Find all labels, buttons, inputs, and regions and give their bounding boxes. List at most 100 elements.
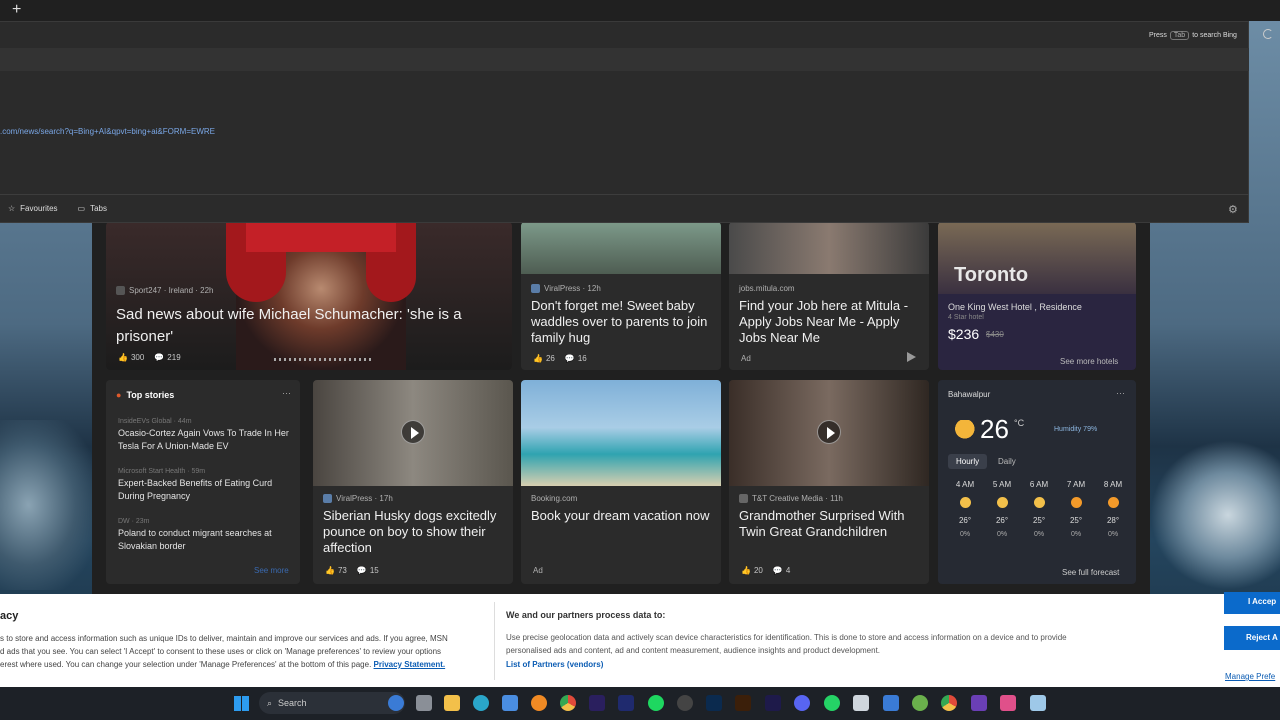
ad-label: Ad [533, 566, 543, 575]
comment-icon[interactable]: 💬 4 [773, 566, 790, 575]
divider [494, 602, 495, 680]
hero-source: Sport247 · Ireland · 22h [116, 286, 214, 295]
accept-button[interactable]: I Accep [1224, 592, 1280, 614]
windows-taskbar: ⌕ Search [0, 687, 1280, 720]
ad-choices-icon[interactable] [907, 352, 916, 362]
favourites-button[interactable]: ☆ Favourites [8, 204, 58, 213]
ad-card-booking[interactable]: Booking.com Book your dream vacation now… [521, 380, 721, 584]
premiere-icon[interactable] [589, 695, 605, 711]
tabs-button[interactable]: ▭ Tabs [78, 204, 107, 213]
story-card-baby[interactable]: ViralPress · 12h Don't forget me! Sweet … [521, 222, 721, 370]
like-icon[interactable]: 👍 20 [741, 566, 763, 575]
like-icon[interactable]: 👍 300 [118, 353, 144, 362]
search-icon: ⌕ [267, 697, 273, 708]
hero-card[interactable]: Sport247 · Ireland · 22h Sad news about … [106, 222, 512, 370]
whatsapp-icon[interactable] [824, 695, 840, 711]
tab-hourly[interactable]: Hourly [948, 454, 988, 469]
suggestion-row[interactable] [0, 48, 1249, 71]
sun-cloud-icon [948, 420, 976, 442]
story-source: ViralPress · 17h [323, 494, 393, 503]
refresh-icon[interactable] [1263, 29, 1273, 39]
forecast-hour: 7 AM 25° 0% [1066, 480, 1086, 538]
story-reactions: 👍 73 💬 15 [325, 566, 379, 575]
after-effects-icon[interactable] [765, 695, 781, 711]
ad-card-jobs[interactable]: jobs.mitula.com Find your Job here at Mi… [729, 222, 929, 370]
story-reactions: 👍 20 💬 4 [741, 566, 790, 575]
obs-icon[interactable] [677, 695, 693, 711]
ad-source: Booking.com [531, 494, 578, 503]
play-icon[interactable] [817, 420, 841, 444]
settings-gear-icon[interactable]: ⚙ [1228, 203, 1238, 216]
more-options-icon[interactable]: ··· [1116, 388, 1125, 398]
app-icon[interactable] [1030, 695, 1046, 711]
photoshop-icon[interactable] [706, 695, 722, 711]
chrome-icon[interactable] [560, 695, 576, 711]
sun-icon [1070, 497, 1082, 508]
see-more-hotels[interactable]: See more hotels [1060, 357, 1118, 366]
app-icon[interactable] [1000, 695, 1016, 711]
app-icon[interactable] [883, 695, 899, 711]
hotel-name[interactable]: One King West Hotel , Residence [948, 302, 1082, 312]
like-icon[interactable]: 👍 73 [325, 566, 347, 575]
search-app-icon[interactable] [531, 695, 547, 711]
tab-daily[interactable]: Daily [998, 457, 1016, 466]
top-story-item[interactable]: Microsoft Start Health · 59m Expert-Back… [118, 468, 294, 503]
new-tab-button[interactable]: + [12, 1, 21, 19]
comment-icon[interactable]: 💬 15 [357, 566, 379, 575]
story-title[interactable]: Grandmother Surprised With Twin Great Gr… [739, 508, 921, 540]
hero-title[interactable]: Sad news about wife Michael Schumacher: … [116, 304, 496, 348]
see-more-link[interactable]: See more [254, 566, 289, 575]
play-icon[interactable] [401, 420, 425, 444]
spotify-icon[interactable] [648, 695, 664, 711]
suggested-url[interactable]: .com/news/search?q=Bing+AI&qpvt=bing+ai&… [0, 127, 215, 136]
partners-list-link[interactable]: List of Partners (vendors) [506, 660, 603, 669]
windows-start-icon[interactable] [234, 696, 249, 711]
media-encoder-icon[interactable] [618, 695, 634, 711]
ad-title[interactable]: Find your Job here at Mitula - Apply Job… [739, 298, 921, 346]
top-story-item[interactable]: DW · 23m Poland to conduct migrant searc… [118, 518, 294, 553]
see-full-forecast[interactable]: See full forecast [1062, 568, 1119, 577]
hero-reactions: 👍 300 💬 219 [118, 353, 181, 362]
ad-source: jobs.mitula.com [739, 284, 795, 293]
edge-icon[interactable] [473, 695, 489, 711]
comment-icon[interactable]: 💬 219 [154, 353, 180, 362]
star-icon: ☆ [8, 204, 16, 213]
utorrent-icon[interactable] [912, 695, 928, 711]
address-dropdown-panel: Press Tab to search Bing .com/news/searc… [0, 21, 1273, 223]
story-title[interactable]: Siberian Husky dogs excitedly pounce on … [323, 508, 505, 556]
story-card-grandmother[interactable]: T&T Creative Media · 11h Grandmother Sur… [729, 380, 929, 584]
story-source: T&T Creative Media · 11h [739, 494, 843, 503]
ad-title[interactable]: Book your dream vacation now [531, 508, 713, 524]
file-explorer-icon[interactable] [444, 695, 460, 711]
comment-icon[interactable]: 💬 16 [565, 354, 587, 363]
hotel-city: Toronto [954, 264, 1029, 286]
manage-preferences-link[interactable]: Manage Prefe [1225, 672, 1275, 681]
privacy-statement-link[interactable]: Privacy Statement. [374, 660, 446, 669]
reject-button[interactable]: Reject A [1224, 626, 1280, 650]
hotel-card[interactable]: Toronto One King West Hotel , Residence … [938, 222, 1136, 370]
search-hint: Press Tab to search Bing [1149, 31, 1237, 40]
weather-location[interactable]: Bahawalpur [948, 390, 990, 399]
bing-icon[interactable] [388, 695, 404, 711]
moon-icon [1033, 497, 1045, 508]
hotel-stars: 4 Star hotel [948, 314, 984, 321]
story-title[interactable]: Don't forget me! Sweet baby waddles over… [531, 298, 713, 346]
taskbar-search-box[interactable]: ⌕ Search [259, 692, 405, 714]
task-view-icon[interactable] [416, 695, 432, 711]
partners-title: We and our partners process data to: [506, 610, 666, 620]
more-options-icon[interactable]: ··· [282, 388, 291, 398]
app-icon[interactable] [853, 695, 869, 711]
story-source: ViralPress · 12h [531, 284, 601, 293]
hourly-forecast: 4 AM 26° 0% 5 AM 26° 0% 6 AM 25° 0% 7 AM 25° 0% … [948, 480, 1130, 538]
discord-icon[interactable] [794, 695, 810, 711]
chrome-icon[interactable] [941, 695, 957, 711]
story-card-husky[interactable]: ViralPress · 17h Siberian Husky dogs exc… [313, 380, 513, 584]
forecast-hour: 6 AM 25° 0% [1029, 480, 1049, 538]
app-icon[interactable] [971, 695, 987, 711]
top-story-item[interactable]: InsideEVs Global · 44m Ocasio-Cortez Aga… [118, 418, 294, 453]
like-icon[interactable]: 👍 26 [533, 354, 555, 363]
carousel-dots[interactable] [274, 358, 374, 361]
illustrator-icon[interactable] [735, 695, 751, 711]
store-icon[interactable] [502, 695, 518, 711]
weather-card[interactable]: Bahawalpur ··· 26 °C Humidity 79% Hourly… [938, 380, 1136, 584]
